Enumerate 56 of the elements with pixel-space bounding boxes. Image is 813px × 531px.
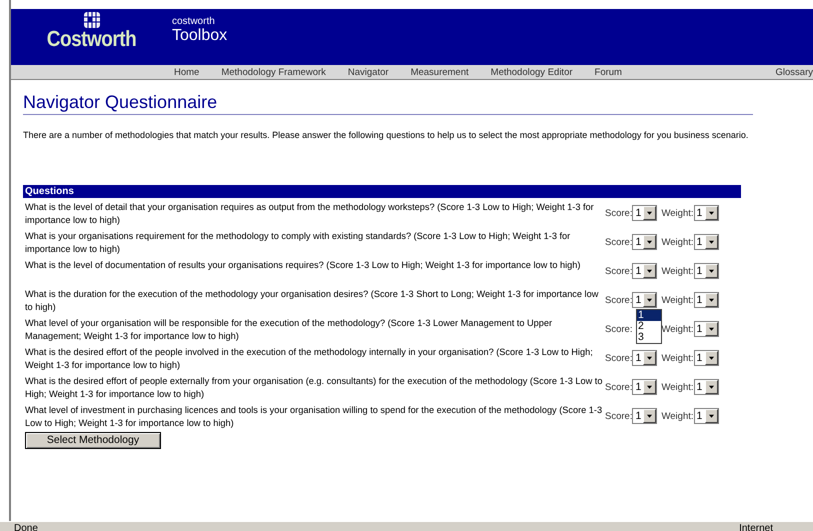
nav-link[interactable]: Home	[163, 66, 210, 78]
select-field[interactable]: 1	[694, 379, 719, 395]
select-field[interactable]: 1	[632, 379, 658, 395]
select-field[interactable]: 1	[694, 263, 719, 279]
select-field[interactable]: 1	[632, 350, 658, 366]
select-field[interactable]: 1	[632, 205, 658, 221]
page-title: Navigator Questionnaire	[23, 92, 753, 115]
score-label: Score:	[605, 324, 632, 334]
score-label: Score:	[605, 410, 632, 422]
weight-label: Weight:	[661, 382, 694, 392]
question-text: What level of investment in purchasing licences and tools is your organisation willing to spend for the execution of the methodology (Score 1-3 Low to High; Weight 1-3 for importance low to high)	[24, 404, 604, 430]
select-field[interactable]: 1	[632, 234, 658, 250]
select-field[interactable]: 1	[694, 408, 719, 424]
weight-label: Weight:	[661, 294, 694, 306]
nav-link[interactable]: Navigator	[336, 66, 400, 78]
question-text: What is the level of documentation of results your organisations requires? (Score 1-3 Low to High; Weight 1-3 for importance low to high)	[24, 259, 582, 272]
status-text: Done	[14, 523, 38, 531]
intro-text: There are a number of methodologies that match your results. Please answer the following questions to help us to select the most appropriate methodology for you business scenario.	[23, 129, 750, 141]
question-text: What is the level of detail that your organisation requires as output from the methodology worksteps? (Score 1-3 Low to High; Weight 1-3 for importance low to high)	[24, 201, 595, 227]
nav-link[interactable]: Glossary	[764, 66, 813, 78]
select-field[interactable]: 1	[694, 292, 719, 308]
nav-link[interactable]: Methodology Framework	[210, 66, 337, 78]
weight-label: Weight:	[661, 208, 694, 218]
site-title: Toolbox	[172, 27, 228, 45]
question-text: What is the desired effort of the people involved in the execution of the methodology internally in your organisation? (Score 1-3 Low to High; Weight 1-3 for importance low to high)	[24, 346, 594, 372]
score-label: Score:	[605, 236, 632, 248]
question-text: What is the duration for the execution of the methodology your organisation desires? (Score 1-3 Short to Long; Weight 1-3 for importance low to high)	[24, 288, 600, 314]
score-label: Score:	[605, 266, 632, 276]
select-field[interactable]: 1	[694, 350, 719, 366]
nav-link[interactable]: Forum	[584, 66, 633, 78]
select-field[interactable]: 1	[694, 205, 719, 221]
score-label: Score:	[605, 294, 632, 306]
select-field[interactable]: 1	[694, 234, 719, 250]
select-methodology-button[interactable]: Select Methodology	[25, 432, 161, 448]
weight-label: Weight:	[661, 324, 694, 334]
question-text: What is your organisations requirement for the methodology to comply with existing standards? (Score 1-3 Low to High; Weight 1-3 for importance low to high)	[24, 230, 572, 256]
weight-label: Weight:	[661, 236, 694, 248]
dropdown-option[interactable]: 1	[637, 310, 661, 321]
zone-text: Internet	[739, 523, 773, 531]
weight-label: Weight:	[661, 266, 694, 276]
site-subtitle: costworth	[172, 16, 216, 27]
nav-link[interactable]: Methodology Editor	[480, 66, 584, 78]
score-label: Score:	[605, 352, 632, 364]
score-label: Score:	[605, 382, 632, 392]
nav-link[interactable]: Measurement	[400, 66, 480, 78]
select-field[interactable]: 1	[632, 408, 658, 424]
weight-label: Weight:	[661, 352, 694, 364]
score-label: Score:	[605, 208, 632, 218]
select-field[interactable]: 1	[632, 292, 658, 308]
select-field[interactable]: 1	[632, 263, 658, 279]
select-field[interactable]: 1	[694, 321, 719, 337]
question-text: What level of your organisation will be responsible for the execution of the methodology? (Score 1-3 Lower Management to Upper Management; Weight 1-3 for importance low to high)	[24, 317, 554, 343]
question-text: What is the desired effort of people externally from your organisation (e.g. consultants) for the execution of the methodology (Score 1-3 Low to High; Weight 1-3 for importance low to high)	[24, 375, 604, 401]
weight-label: Weight:	[661, 410, 694, 422]
table-heading: Questions	[23, 185, 741, 198]
logo-text: Costworth	[46, 27, 136, 53]
